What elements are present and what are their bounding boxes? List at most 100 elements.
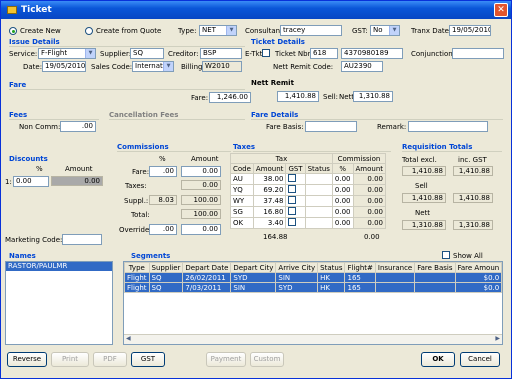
tax-status-header: Status xyxy=(304,163,333,174)
fare-details-heading: Fare Details xyxy=(251,111,299,119)
comm-override-amount-field[interactable]: 0.00 xyxy=(181,224,221,235)
col-header[interactable]: Depart City xyxy=(230,262,277,273)
comm-fare-amount-field[interactable]: 0.00 xyxy=(181,166,221,177)
col-header[interactable]: Supplier xyxy=(148,262,184,273)
comm-amount-header: Amount xyxy=(191,155,219,163)
sell-label: Sell: xyxy=(323,93,338,101)
col-header[interactable]: Flight# xyxy=(344,262,376,273)
sell-excl-value: 1,410.88 xyxy=(402,193,446,203)
nett-remit-code-field[interactable]: AU2390 xyxy=(341,61,383,72)
fare-heading: Fare xyxy=(9,81,27,89)
gst-checkbox[interactable] xyxy=(288,174,297,182)
discount-row-label: 1: xyxy=(5,178,12,186)
list-item[interactable]: RASTOR/PAULMR xyxy=(6,262,112,271)
col-header[interactable]: Arrive City xyxy=(275,262,319,273)
cancel-button[interactable]: Cancel xyxy=(460,352,500,367)
create-from-quote-label[interactable]: Create from Quote xyxy=(96,27,161,35)
commission-group-header: Commission xyxy=(331,153,387,164)
table-row[interactable]: SG 16.80 0.00 0.00 xyxy=(230,206,387,218)
comm-suppl-amount: 100.00 xyxy=(181,195,221,205)
names-list[interactable]: RASTOR/PAULMR xyxy=(5,261,113,345)
consultant-field[interactable]: tracey xyxy=(280,25,342,36)
reverse-button[interactable]: Reverse xyxy=(7,352,47,367)
comm-fare-pct-field[interactable]: .00 xyxy=(149,166,177,177)
col-header[interactable]: Status xyxy=(317,262,346,273)
ticket-nbr-label: Ticket Nbr: xyxy=(275,50,313,58)
segments-grid[interactable]: Type Supplier Depart Date Depart City Ar… xyxy=(123,261,503,345)
horizontal-scrollbar[interactable]: ◀ ▶ xyxy=(124,334,502,344)
table-row[interactable]: OK 3.40 0.00 0.00 xyxy=(230,217,387,229)
comm-total-label: Total: xyxy=(131,211,150,219)
show-all-label[interactable]: Show All xyxy=(453,252,483,260)
show-all-checkbox[interactable] xyxy=(442,251,450,259)
tax-total: 164.88 xyxy=(263,233,288,241)
commissions-heading: Commissions xyxy=(117,143,169,151)
type-select[interactable]: NET ▼ xyxy=(199,25,237,36)
payment-button[interactable]: Payment xyxy=(206,352,246,367)
gst-button[interactable]: GST xyxy=(131,352,165,367)
chevron-down-icon: ▼ xyxy=(163,62,173,71)
create-new-radio[interactable] xyxy=(9,27,17,35)
table-row[interactable]: YQ 69.20 0.00 0.00 xyxy=(230,184,387,196)
discounts-heading: Discounts xyxy=(9,155,48,163)
close-button[interactable]: ✕ xyxy=(494,3,508,17)
table-row[interactable]: WY 37.48 0.00 0.00 xyxy=(230,195,387,207)
scroll-left-icon[interactable]: ◀ xyxy=(126,335,131,342)
ticket-prefix-field[interactable]: 618 xyxy=(310,48,338,59)
col-header[interactable]: Fare Basis xyxy=(414,262,456,273)
ticket-number-field[interactable]: 4370980189 xyxy=(341,48,403,59)
total-excl-value: 1,410.88 xyxy=(402,166,446,176)
ok-button[interactable]: OK xyxy=(421,352,455,367)
creditor-label: Creditor: xyxy=(168,50,199,58)
comm-override-pct-field[interactable]: .00 xyxy=(149,224,177,235)
title-bar[interactable]: Ticket ✕ xyxy=(1,1,511,19)
gst-checkbox[interactable] xyxy=(288,196,297,204)
gst-select[interactable]: No ▼ xyxy=(370,25,400,36)
remark-field[interactable] xyxy=(408,121,488,132)
conjunction-field[interactable] xyxy=(452,48,504,59)
nett-remit-field[interactable]: 1,410.88 xyxy=(277,91,319,102)
etkt-checkbox[interactable] xyxy=(262,49,270,57)
create-new-label[interactable]: Create New xyxy=(20,27,61,35)
requisition-heading: Requisition Totals xyxy=(402,143,473,151)
sales-code-select[interactable]: Internat ▼ xyxy=(132,61,174,72)
divider xyxy=(117,151,231,152)
non-comm-field[interactable]: .00 xyxy=(60,121,96,132)
print-button[interactable]: Print xyxy=(51,352,89,367)
table-row[interactable]: Flight SQ 7/03/2011 SIN SYD HK 165 $0.0 xyxy=(124,282,502,293)
divider xyxy=(109,119,245,120)
scroll-right-icon[interactable]: ▶ xyxy=(495,335,500,342)
tax-amount-header: Amount xyxy=(252,163,287,174)
sell-inc-value: 1,410.88 xyxy=(453,193,493,203)
divider xyxy=(251,119,503,120)
col-header[interactable]: Insurance xyxy=(374,262,416,273)
names-heading: Names xyxy=(9,252,36,260)
sales-code-label: Sales Code: xyxy=(91,63,133,71)
pdf-button[interactable]: PDF xyxy=(93,352,127,367)
gst-checkbox[interactable] xyxy=(288,218,297,226)
date-label: Date: xyxy=(23,63,43,71)
col-header[interactable]: Depart Date xyxy=(182,262,232,273)
gst-checkbox[interactable] xyxy=(288,207,297,215)
supplier-field[interactable]: SQ xyxy=(130,48,164,59)
fare-field[interactable]: 1,246.00 xyxy=(209,92,251,103)
table-row[interactable]: Flight SQ 26/02/2011 SYD SIN HK 165 $0.0 xyxy=(124,272,502,283)
service-label: Service: xyxy=(9,50,38,58)
custom-button[interactable]: Custom xyxy=(250,352,284,367)
nett-inc-value: 1,310.88 xyxy=(453,220,493,230)
nett-field[interactable]: 1,310.88 xyxy=(353,91,393,102)
date-field[interactable]: 19/05/2010 xyxy=(42,61,86,72)
discount-pct-field[interactable]: 0.00 xyxy=(13,176,49,187)
service-select[interactable]: F-Flight ▼ xyxy=(38,48,96,59)
chevron-down-icon: ▼ xyxy=(85,49,95,58)
tranx-date-field[interactable]: 19/05/2010 xyxy=(449,25,491,36)
fare-basis-field[interactable] xyxy=(305,121,357,132)
marketing-code-field[interactable] xyxy=(62,234,102,245)
creditor-field[interactable]: BSP xyxy=(200,48,242,59)
gst-checkbox[interactable] xyxy=(288,185,297,193)
table-row[interactable]: AU 38.00 0.00 0.00 xyxy=(230,173,387,185)
col-header[interactable]: Fare Amoun xyxy=(454,262,502,273)
issue-details-heading: Issue Details xyxy=(9,38,60,46)
col-header[interactable]: Type xyxy=(124,262,150,273)
create-from-quote-radio[interactable] xyxy=(85,27,93,35)
